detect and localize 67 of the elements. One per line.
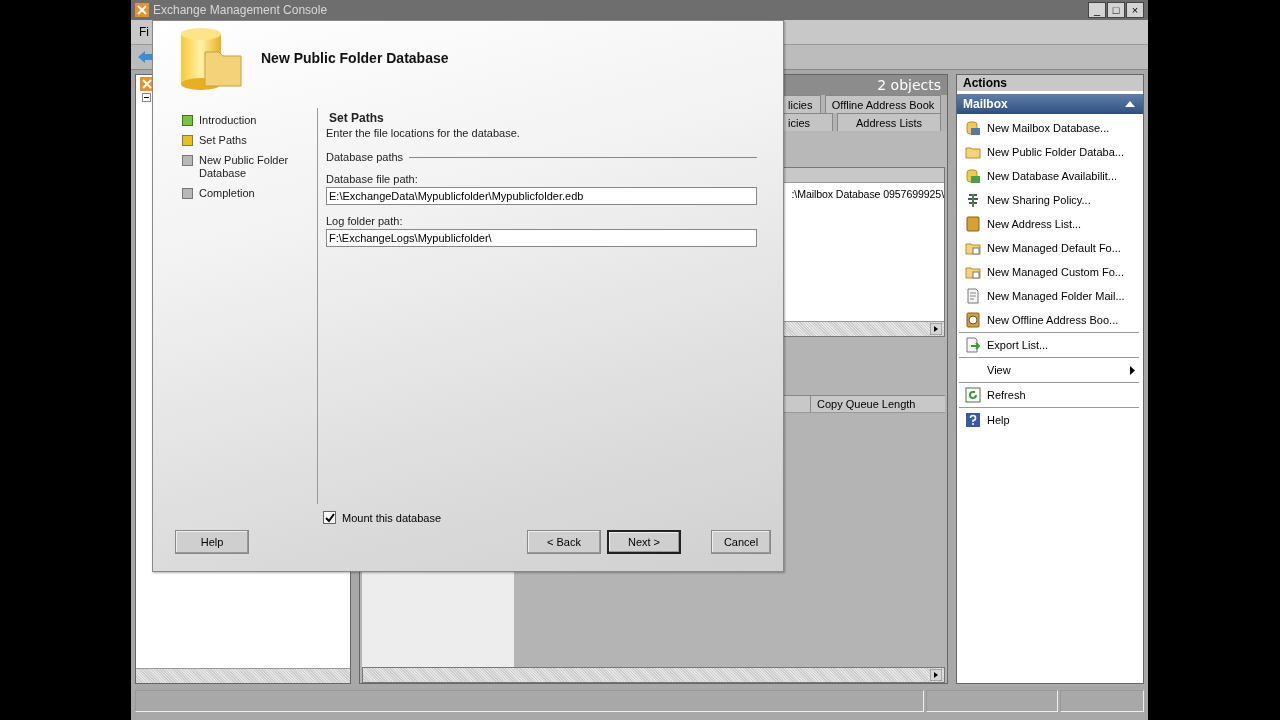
book-icon [965,216,981,232]
action-item[interactable]: New Sharing Policy... [959,188,1139,212]
policy-icon [965,192,981,208]
clock-book-icon [965,312,981,328]
page-description: Enter the file locations for the database. [326,127,521,139]
folder-icon [965,264,981,280]
action-item[interactable]: New Database Availabilit... [959,164,1139,188]
action-item[interactable]: New Mailbox Database... [959,116,1139,140]
object-count: 2 objects [877,77,941,93]
pane-title: Actions [957,75,1143,91]
wizard-step[interactable]: New Public Folder Database [182,154,317,180]
database-icon [965,120,981,136]
wizard-step[interactable]: Set Paths [182,134,317,147]
folder-document-icon [965,240,981,256]
column-header[interactable]: Copy Queue Length [810,396,945,412]
field-label: Database file path: [326,173,419,185]
dialog-button[interactable]: Next > [607,530,681,554]
dialog-button[interactable]: Cancel [711,530,771,554]
section-title: Mailbox [963,97,1008,111]
action-item[interactable]: Export List... [959,333,1139,357]
help-button[interactable]: Help [175,530,249,554]
checkbox-label: Mount this database [342,511,442,524]
field-label: Log folder path: [326,215,404,227]
action-item[interactable]: Help [959,408,1139,432]
action-item[interactable]: New Managed Custom Fo... [959,260,1139,284]
action-item[interactable]: New Managed Default Fo... [959,236,1139,260]
folder-icon [965,144,981,160]
tab[interactable]: Address Lists [837,113,941,131]
wizard-step[interactable]: Introduction [182,114,317,127]
database-copy-icon [965,168,981,184]
action-item[interactable]: View [959,358,1139,382]
tab[interactable]: Offline Address Book [825,95,941,113]
table-cell[interactable]: :\Mailbox Database 0957699925\ [791,188,944,200]
checkbox[interactable] [323,511,336,524]
scroll-bar[interactable] [362,667,945,683]
database-folder-icon [179,27,243,90]
help-icon [965,412,981,428]
scroll-bar[interactable] [136,668,350,683]
action-item[interactable]: New Offline Address Boo... [959,308,1139,332]
action-item[interactable]: New Managed Folder Mail... [959,284,1139,308]
window-control-button[interactable]: × [1126,2,1144,18]
page-heading: Set Paths [328,111,385,125]
group-label: Database paths [326,151,404,163]
scroll-right-icon[interactable] [930,669,942,681]
tab[interactable]: licies [783,95,821,113]
action-item[interactable]: New Public Folder Databa... [959,140,1139,164]
submenu-arrow-icon [1130,365,1135,375]
window-control-button[interactable]: □ [1107,2,1125,18]
app-icon [135,3,149,17]
scroll-right-icon[interactable] [930,323,942,335]
export-icon [965,337,981,353]
action-item[interactable]: New Address List... [959,212,1139,236]
menu-item[interactable]: Fi [139,25,149,39]
path-input-field[interactable]: F:\ExchangeLogs\Mypublicfolder\ [326,229,757,247]
window-control-button[interactable]: _ [1088,2,1106,18]
collapse-arrow-icon[interactable] [1125,101,1135,107]
collapse-icon[interactable] [142,93,151,102]
wizard-step[interactable]: Completion [182,187,317,200]
dialog-title: New Public Folder Database [261,49,449,66]
tab[interactable]: icies [783,113,833,131]
action-item[interactable]: Refresh [959,383,1139,407]
window-title: Exchange Management Console [153,3,328,17]
document-icon [965,288,981,304]
refresh-icon [965,387,981,403]
section-header[interactable]: Mailbox [957,94,1143,114]
path-input-field[interactable]: E:\ExchangeData\Mypublicfolder\Mypublicfolder.edb [326,187,757,205]
dialog-button[interactable]: < Back [527,530,601,554]
